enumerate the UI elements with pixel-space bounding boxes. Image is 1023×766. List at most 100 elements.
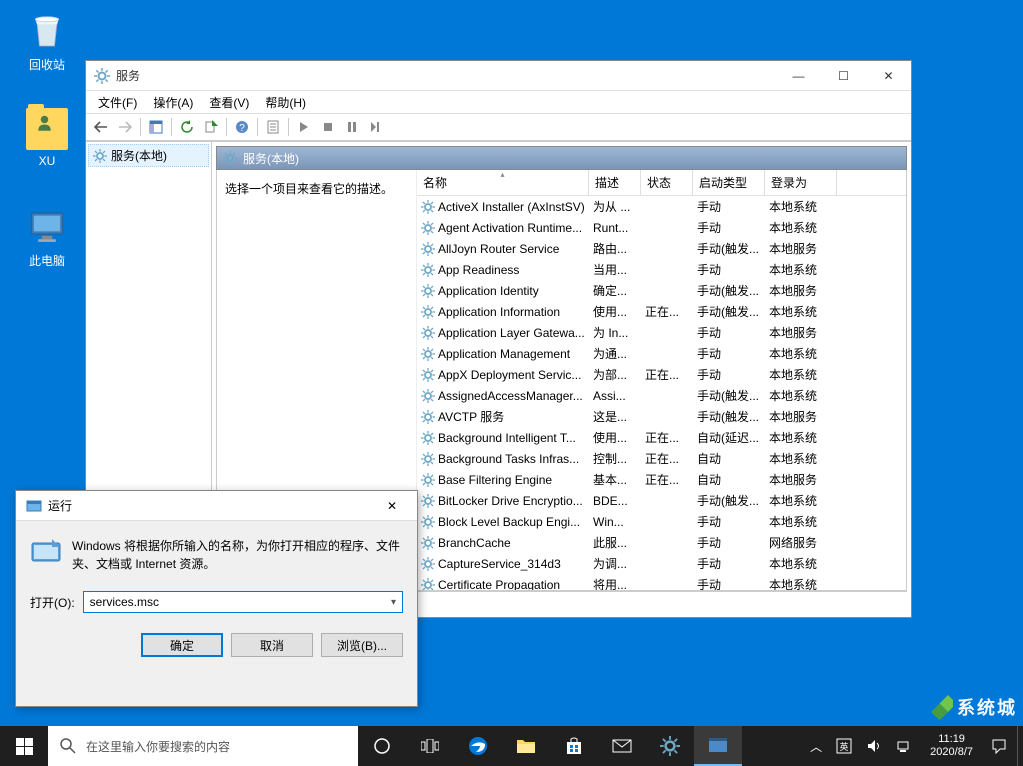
- taskbar: 在这里输入你要搜索的内容 ︿ 英 11:19 2020/8/7: [0, 726, 1023, 766]
- start-service-button[interactable]: [293, 116, 315, 138]
- service-row[interactable]: Background Intelligent T... 使用... 正在... …: [417, 427, 906, 448]
- service-row[interactable]: AssignedAccessManager... Assi... 手动(触发..…: [417, 385, 906, 406]
- run-description: Windows 将根据你所输入的名称，为你打开相应的程序、文件夹、文档或 Int…: [72, 537, 403, 573]
- watermark: 系统城: [919, 690, 1017, 724]
- service-row[interactable]: App Readiness 当用... 手动 本地系统: [417, 259, 906, 280]
- titlebar[interactable]: 服务 — ☐ ✕: [86, 61, 911, 91]
- system-tray: ︿ 英 11:19 2020/8/7: [800, 733, 1017, 759]
- user-folder-icon[interactable]: XU: [12, 108, 82, 168]
- pane-header: 服务(本地): [216, 146, 907, 170]
- gear-icon: [421, 557, 435, 571]
- clock[interactable]: 11:19 2020/8/7: [922, 733, 981, 759]
- col-name[interactable]: ▴名称: [417, 170, 589, 195]
- cancel-button[interactable]: 取消: [231, 633, 313, 657]
- stop-service-button[interactable]: [317, 116, 339, 138]
- search-icon: [60, 738, 76, 754]
- settings-icon[interactable]: [646, 726, 694, 766]
- volume-icon[interactable]: [862, 738, 886, 754]
- search-placeholder: 在这里输入你要搜索的内容: [86, 738, 230, 755]
- tree-item-services-local[interactable]: 服务(本地): [88, 144, 209, 167]
- explorer-icon[interactable]: [502, 726, 550, 766]
- maximize-button[interactable]: ☐: [821, 61, 866, 91]
- service-row[interactable]: ActiveX Installer (AxInstSV) 为从 ... 手动 本…: [417, 196, 906, 217]
- cortana-icon[interactable]: [358, 726, 406, 766]
- run-logo-icon: [30, 537, 62, 569]
- col-desc[interactable]: 描述: [589, 170, 641, 195]
- show-desktop-button[interactable]: [1017, 726, 1023, 766]
- col-start[interactable]: 启动类型: [693, 170, 765, 195]
- start-button[interactable]: [0, 726, 48, 766]
- action-center-icon[interactable]: [987, 738, 1011, 754]
- menu-help[interactable]: 帮助(H): [259, 92, 312, 113]
- time: 11:19: [930, 733, 973, 746]
- run-titlebar[interactable]: 运行 ✕: [16, 491, 417, 521]
- search-box[interactable]: 在这里输入你要搜索的内容: [48, 726, 358, 766]
- col-status[interactable]: 状态: [641, 170, 693, 195]
- gear-icon: [421, 578, 435, 591]
- service-row[interactable]: AppX Deployment Servic... 为部... 正在... 手动…: [417, 364, 906, 385]
- gear-icon: [421, 431, 435, 445]
- run-title: 运行: [48, 497, 377, 514]
- forward-button[interactable]: [114, 116, 136, 138]
- this-pc-icon[interactable]: 此电脑: [12, 206, 82, 269]
- service-row[interactable]: AVCTP 服务 这是... 手动(触发... 本地服务: [417, 406, 906, 427]
- recycle-bin-icon[interactable]: 回收站: [12, 10, 82, 73]
- gear-icon: [421, 221, 435, 235]
- browse-button[interactable]: 浏览(B)...: [321, 633, 403, 657]
- recycle-bin-label: 回收站: [12, 56, 82, 73]
- service-row[interactable]: Application Layer Gatewa... 为 In... 手动 本…: [417, 322, 906, 343]
- gear-icon: [421, 347, 435, 361]
- service-row[interactable]: Base Filtering Engine 基本... 正在... 自动 本地服…: [417, 469, 906, 490]
- gear-icon: [421, 263, 435, 277]
- services-taskbar-icon[interactable]: [694, 726, 742, 766]
- store-icon[interactable]: [550, 726, 598, 766]
- menu-file[interactable]: 文件(F): [92, 92, 143, 113]
- service-row[interactable]: AllJoyn Router Service 路由... 手动(触发... 本地…: [417, 238, 906, 259]
- network-icon[interactable]: [892, 738, 916, 754]
- close-button[interactable]: ✕: [866, 61, 911, 91]
- col-logon[interactable]: 登录为: [765, 170, 837, 195]
- restart-service-button[interactable]: [365, 116, 387, 138]
- back-button[interactable]: [90, 116, 112, 138]
- service-row[interactable]: BranchCache 此服... 手动 网络服务: [417, 532, 906, 553]
- task-view-icon[interactable]: [406, 726, 454, 766]
- svg-text:英: 英: [840, 741, 849, 752]
- gear-icon: [421, 410, 435, 424]
- service-row[interactable]: Block Level Backup Engi... Win... 手动 本地系…: [417, 511, 906, 532]
- refresh-button[interactable]: [176, 116, 198, 138]
- gear-icon: [93, 149, 107, 163]
- tray-chevron-icon[interactable]: ︿: [806, 738, 826, 755]
- menu-action[interactable]: 操作(A): [147, 92, 199, 113]
- pane-header-label: 服务(本地): [243, 150, 299, 167]
- service-row[interactable]: Agent Activation Runtime... Runt... 手动 本…: [417, 217, 906, 238]
- services-list: ▴名称 描述 状态 启动类型 登录为 ActiveX Installer (Ax…: [417, 170, 906, 590]
- pause-service-button[interactable]: [341, 116, 363, 138]
- ok-button[interactable]: 确定: [141, 633, 223, 657]
- chevron-down-icon[interactable]: ▾: [391, 597, 396, 608]
- service-row[interactable]: Background Tasks Infras... 控制... 正在... 自…: [417, 448, 906, 469]
- list-header: ▴名称 描述 状态 启动类型 登录为: [417, 170, 906, 196]
- this-pc-label: 此电脑: [12, 252, 82, 269]
- service-row[interactable]: Application Information 使用... 正在... 手动(触…: [417, 301, 906, 322]
- gear-icon: [421, 389, 435, 403]
- show-hide-tree-button[interactable]: [145, 116, 167, 138]
- input-method-icon[interactable]: 英: [832, 738, 856, 754]
- help-button[interactable]: ?: [231, 116, 253, 138]
- mail-icon[interactable]: [598, 726, 646, 766]
- service-row[interactable]: BitLocker Drive Encryptio... BDE... 手动(触…: [417, 490, 906, 511]
- run-input-combo[interactable]: ▾: [83, 591, 403, 613]
- run-close-button[interactable]: ✕: [377, 499, 407, 513]
- properties-button[interactable]: [262, 116, 284, 138]
- menu-view[interactable]: 查看(V): [203, 92, 255, 113]
- svg-text:?: ?: [239, 123, 245, 134]
- service-row[interactable]: CaptureService_314d3 为调... 手动 本地系统: [417, 553, 906, 574]
- minimize-button[interactable]: —: [776, 61, 821, 91]
- service-row[interactable]: Application Management 为通... 手动 本地系统: [417, 343, 906, 364]
- watermark-text: 系统城: [957, 694, 1017, 720]
- gear-icon: [421, 473, 435, 487]
- service-row[interactable]: Application Identity 确定... 手动(触发... 本地服务: [417, 280, 906, 301]
- export-button[interactable]: [200, 116, 222, 138]
- run-input[interactable]: [90, 595, 391, 609]
- edge-icon[interactable]: [454, 726, 502, 766]
- service-row[interactable]: Certificate Propagation 将用... 手动 本地系统: [417, 574, 906, 590]
